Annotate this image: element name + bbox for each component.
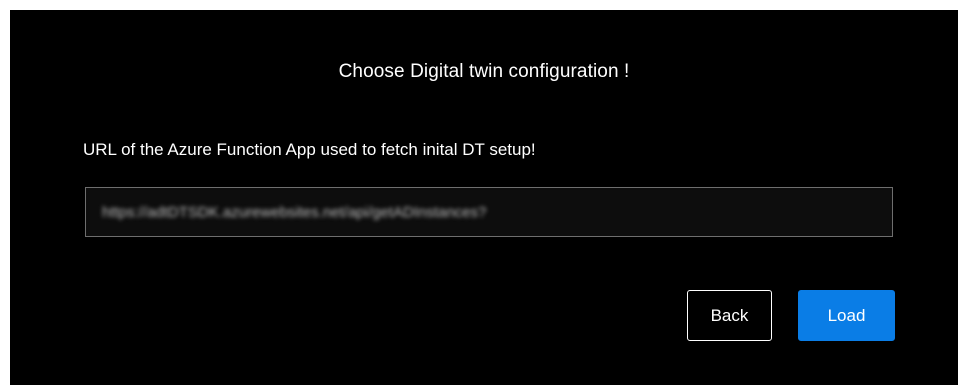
back-button[interactable]: Back (687, 290, 772, 341)
dialog-title: Choose Digital twin configuration ! (338, 61, 630, 82)
config-dialog: Choose Digital twin configuration ! URL … (10, 10, 958, 385)
url-field-label: URL of the Azure Function App used to fe… (83, 140, 536, 159)
url-input-value: https://adtDTSDK.azurewebsites.net/api/g… (102, 203, 487, 221)
function-app-url-input[interactable]: https://adtDTSDK.azurewebsites.net/api/g… (85, 187, 893, 237)
load-button[interactable]: Load (798, 290, 895, 341)
